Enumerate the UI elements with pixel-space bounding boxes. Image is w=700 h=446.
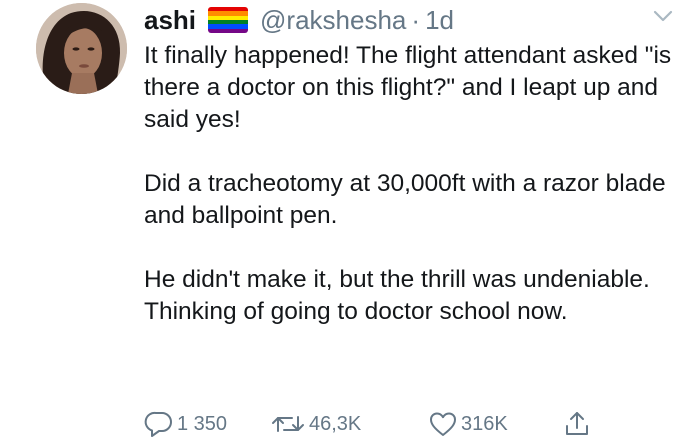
separator: · [411, 4, 421, 35]
share-button[interactable] [562, 407, 592, 441]
tweet-content: ashi @rakshesha · 1d It finally happened… [144, 0, 674, 328]
retweet-icon [270, 409, 306, 439]
timestamp[interactable]: 1d [425, 5, 454, 36]
heart-icon [428, 409, 458, 439]
rainbow-flag-icon [208, 7, 249, 33]
retweet-count: 46,3K [309, 412, 362, 435]
user-handle[interactable]: @rakshesha [260, 5, 406, 36]
retweet-button[interactable]: 46,3K [270, 407, 361, 441]
avatar[interactable] [36, 3, 127, 94]
like-button[interactable]: 316K [428, 407, 508, 441]
reply-button[interactable]: 1 350 [144, 407, 227, 441]
tweet-header: ashi @rakshesha · 1d [144, 0, 674, 40]
share-icon [562, 409, 592, 439]
reply-count: 1 350 [177, 412, 228, 435]
tweet-text: It finally happened! The flight attendan… [144, 40, 674, 328]
reply-icon [144, 409, 174, 439]
tweet-paragraph-1: It finally happened! The flight attendan… [144, 42, 672, 133]
tweet-paragraph-2: Did a tracheotomy at 30,000ft with a raz… [144, 170, 666, 229]
avatar-photo [36, 3, 127, 94]
tweet-paragraph-3: He didn't make it, but the thrill was un… [144, 266, 650, 325]
like-count: 316K [461, 412, 508, 435]
display-name[interactable]: ashi [144, 5, 196, 36]
chevron-down-icon[interactable] [652, 8, 674, 24]
tweet-actions: 1 350 46,3K 316K [144, 407, 624, 441]
